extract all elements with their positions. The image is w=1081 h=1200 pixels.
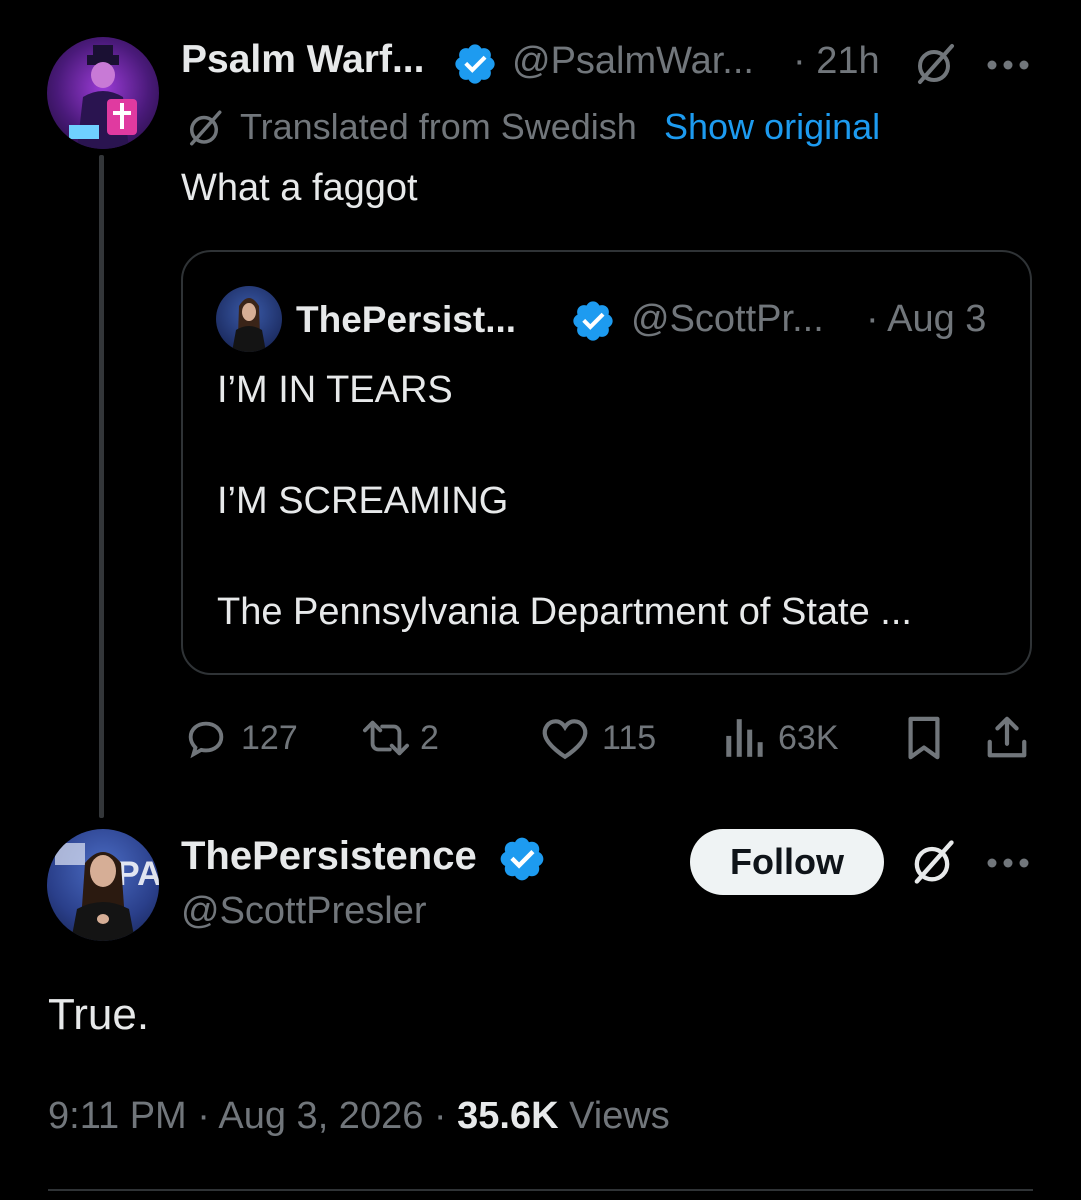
like-button[interactable]: 115 xyxy=(540,715,656,761)
reply-count: 127 xyxy=(241,718,298,757)
translation-note: Translated from Swedish xyxy=(240,106,637,147)
views-count: 63K xyxy=(778,718,839,757)
top-handle[interactable]: @PsalmWar... xyxy=(512,40,754,83)
tweet-views-count: 35.6K xyxy=(457,1095,559,1137)
quoted-avatar[interactable] xyxy=(216,286,282,352)
divider xyxy=(48,1189,1033,1191)
grok-icon[interactable] xyxy=(910,40,958,93)
main-avatar[interactable]: PA xyxy=(47,829,159,941)
quoted-text-line-2: I’M SCREAMING xyxy=(217,480,509,522)
bookmark-icon xyxy=(908,716,940,760)
verified-badge-icon[interactable] xyxy=(452,41,498,92)
tweet-time[interactable]: 9:11 PM xyxy=(48,1095,187,1137)
top-author-name[interactable]: Psalm Warf... xyxy=(181,38,424,82)
like-count: 115 xyxy=(602,718,657,757)
main-tweet-text: True. xyxy=(48,990,150,1039)
meta-separator: · xyxy=(433,1095,447,1137)
top-time[interactable]: · 21h xyxy=(793,40,880,83)
quoted-author-name[interactable]: ThePersist... xyxy=(296,299,516,341)
tweet-meta: 9:11 PM · Aug 3, 2026 · 35.6K Views xyxy=(48,1095,670,1138)
quoted-handle[interactable]: @ScottPr... xyxy=(631,298,824,341)
svg-text:PA: PA xyxy=(117,855,159,893)
views-button[interactable]: 63K xyxy=(722,715,839,761)
main-handle[interactable]: @ScottPresler xyxy=(181,890,427,933)
views-icon xyxy=(726,719,763,757)
repost-count: 2 xyxy=(420,718,439,757)
show-original-link[interactable]: Show original xyxy=(664,106,880,148)
repost-icon xyxy=(363,720,410,756)
quoted-text-line-3: The Pennsylvania Department of State ... xyxy=(217,591,912,633)
quoted-text-line-1: I’M IN TEARS xyxy=(217,369,453,411)
tweet-date[interactable]: Aug 3, 2026 xyxy=(218,1095,423,1137)
main-author-name[interactable]: ThePersistence xyxy=(181,834,477,879)
reply-button[interactable]: 127 xyxy=(183,715,298,761)
main-verified-badge-icon[interactable] xyxy=(497,834,547,889)
share-button[interactable] xyxy=(985,715,1029,761)
reply-icon xyxy=(188,721,224,759)
main-more-options-icon[interactable] xyxy=(986,856,1030,874)
quoted-verified-badge-icon[interactable] xyxy=(570,298,616,349)
psalm-avatar[interactable] xyxy=(47,37,159,149)
main-grok-icon[interactable] xyxy=(906,836,958,893)
heart-icon xyxy=(542,719,588,760)
tweet-views-label: Views xyxy=(569,1095,670,1137)
translate-icon xyxy=(183,107,225,154)
repost-button[interactable]: 2 xyxy=(358,715,439,761)
follow-button[interactable]: Follow xyxy=(690,829,884,895)
top-tweet-text: What a faggot xyxy=(181,167,418,209)
more-options-icon[interactable] xyxy=(986,58,1030,76)
meta-separator: · xyxy=(197,1095,210,1137)
thread-line xyxy=(99,155,104,818)
share-icon xyxy=(987,716,1027,758)
quoted-date[interactable]: · Aug 3 xyxy=(866,298,986,341)
bookmark-button[interactable] xyxy=(903,715,945,761)
